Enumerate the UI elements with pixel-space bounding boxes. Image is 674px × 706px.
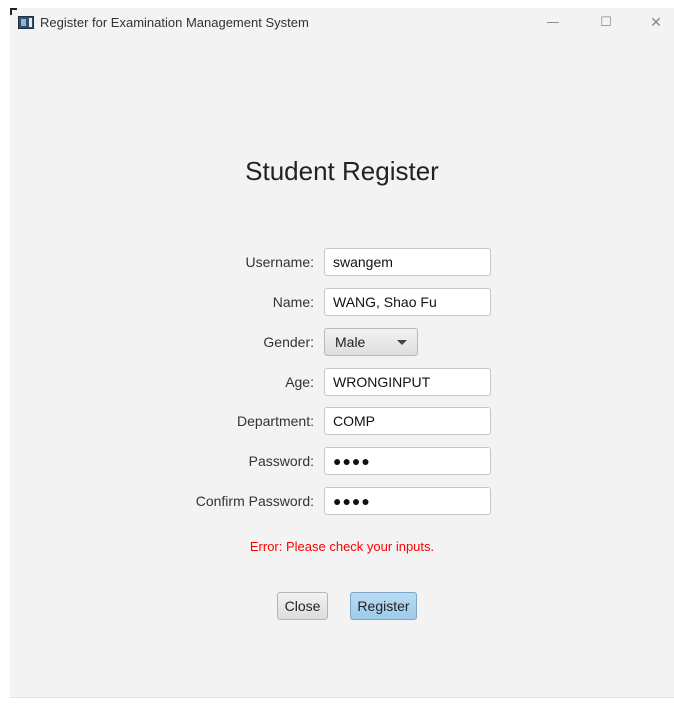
department-input[interactable]: [324, 407, 491, 435]
confirm-password-row: Confirm Password:: [10, 487, 674, 515]
close-window-icon[interactable]: ✕: [642, 12, 670, 34]
chevron-down-icon: [397, 340, 407, 345]
maximize-icon[interactable]: ☐: [592, 12, 620, 34]
window-title: Register for Examination Management Syst…: [40, 15, 309, 30]
error-message: Error: Please check your inputs.: [249, 539, 435, 554]
password-row: Password:: [10, 447, 674, 475]
gender-label: Gender:: [263, 334, 314, 350]
password-input[interactable]: [324, 447, 491, 475]
confirm-password-input[interactable]: [324, 487, 491, 515]
gender-selected-value: Male: [335, 334, 366, 350]
page-title: Student Register: [245, 156, 439, 186]
age-label: Age:: [285, 374, 314, 390]
department-row: Department:: [10, 407, 674, 435]
age-row: Age:: [10, 368, 674, 396]
close-button[interactable]: Close: [277, 592, 328, 620]
title-bar[interactable]: Register for Examination Management Syst…: [10, 8, 674, 40]
gender-row: Gender: Male: [10, 328, 674, 356]
password-label: Password:: [248, 453, 314, 469]
window-corner-mark: [10, 8, 17, 15]
username-input[interactable]: [324, 248, 491, 276]
register-button[interactable]: Register: [350, 592, 417, 620]
minimize-icon[interactable]: —: [539, 12, 567, 34]
name-input[interactable]: [324, 288, 491, 316]
register-window: Register for Examination Management Syst…: [10, 8, 674, 698]
age-input[interactable]: [324, 368, 491, 396]
gender-select[interactable]: Male: [324, 328, 418, 356]
app-icon: [18, 16, 34, 29]
name-label: Name:: [272, 294, 314, 310]
username-row: Username:: [10, 248, 674, 276]
name-row: Name:: [10, 288, 674, 316]
confirm-password-label: Confirm Password:: [195, 493, 314, 509]
department-label: Department:: [236, 413, 314, 429]
username-label: Username:: [245, 254, 314, 270]
